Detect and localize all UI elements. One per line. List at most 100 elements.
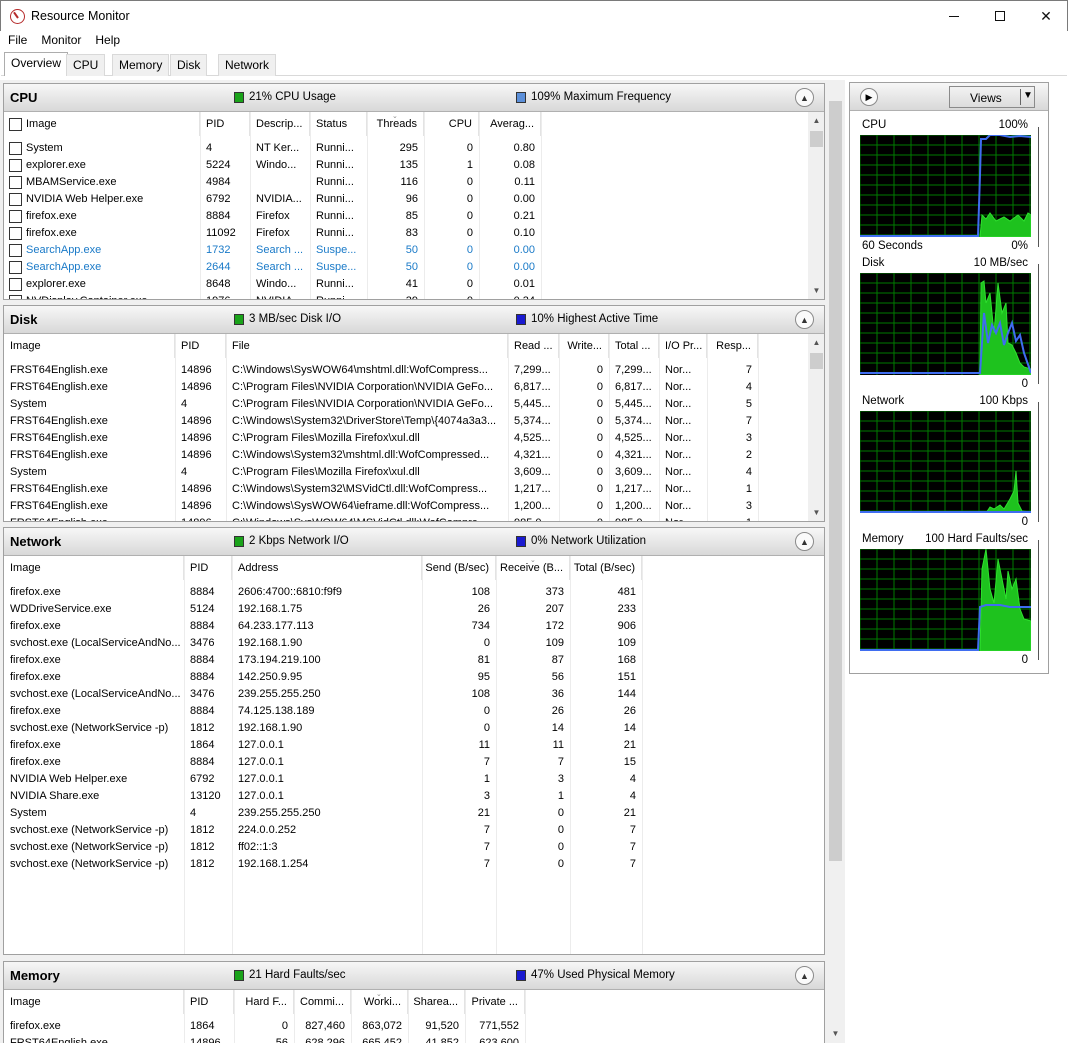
disk-table-scrollbar[interactable]: ▲ ▼ xyxy=(808,334,824,521)
table-cell[interactable]: firefox.exe xyxy=(4,620,184,637)
table-cell[interactable]: FRST64English.exe xyxy=(4,483,175,500)
collapse-button[interactable]: ▲ xyxy=(795,532,814,551)
table-cell: 39 xyxy=(367,295,424,299)
col-read-header[interactable]: Read ... xyxy=(508,334,559,358)
col-pid-header[interactable]: PID xyxy=(184,990,234,1014)
table-cell[interactable]: FRST64English.exe xyxy=(4,500,175,517)
chevron-down-icon[interactable]: ▼ xyxy=(1023,90,1033,101)
col-pid-header[interactable]: PID xyxy=(184,556,232,580)
table-cell[interactable]: explorer.exe xyxy=(20,278,200,295)
table-cell[interactable]: FRST64English.exe xyxy=(4,449,175,466)
table-cell[interactable]: FRST64English.exe xyxy=(4,364,175,381)
col-pid-header[interactable]: PID xyxy=(175,334,226,358)
table-cell[interactable]: MBAMService.exe xyxy=(20,176,200,193)
cpu-section-header[interactable]: CPU 21% CPU Usage 109% Maximum Frequency… xyxy=(4,84,824,112)
scroll-down-icon[interactable]: ▼ xyxy=(827,1025,844,1042)
table-cell[interactable]: firefox.exe xyxy=(4,654,184,671)
memory-section-header[interactable]: Memory 21 Hard Faults/sec 47% Used Physi… xyxy=(4,962,824,990)
table-cell[interactable]: System xyxy=(4,398,175,415)
table-cell[interactable]: SearchApp.exe xyxy=(20,261,200,278)
col-response-time-header[interactable]: Resp... xyxy=(707,334,758,358)
tab-network[interactable]: Network xyxy=(218,54,277,76)
col-hard-faults-header[interactable]: Hard F... xyxy=(234,990,294,1014)
table-cell[interactable]: NVIDIA Web Helper.exe xyxy=(20,193,200,210)
col-image-header[interactable]: Image xyxy=(4,990,184,1014)
col-total-header[interactable]: Total (B/sec) xyxy=(570,556,642,580)
scroll-down-icon[interactable]: ▼ xyxy=(808,282,824,299)
table-cell[interactable]: firefox.exe xyxy=(4,705,184,722)
col-image-header[interactable]: Image xyxy=(4,334,175,358)
table-cell[interactable]: firefox.exe xyxy=(4,671,184,688)
table-cell[interactable]: WDDriveService.exe xyxy=(4,603,184,620)
table-cell[interactable]: svchost.exe (NetworkService -p) xyxy=(4,722,184,739)
col-image-header[interactable]: Image xyxy=(20,112,200,136)
table-cell[interactable]: FRST64English.exe xyxy=(4,517,175,521)
col-commit-header[interactable]: Commi... xyxy=(294,990,351,1014)
table-cell[interactable]: firefox.exe xyxy=(4,756,184,773)
collapse-button[interactable]: ▲ xyxy=(795,88,814,107)
col-address-header[interactable]: Address xyxy=(232,556,422,580)
col-file-header[interactable]: File xyxy=(226,334,508,358)
table-cell[interactable]: svchost.exe (NetworkService -p) xyxy=(4,841,184,858)
menu-file[interactable]: File xyxy=(1,31,34,50)
col-pid-header[interactable]: PID xyxy=(200,112,250,136)
table-cell[interactable]: svchost.exe (NetworkService -p) xyxy=(4,858,184,875)
collapse-button[interactable]: ▲ xyxy=(795,310,814,329)
tab-overview[interactable]: Overview xyxy=(4,52,69,76)
disk-section-header[interactable]: Disk 3 MB/sec Disk I/O 10% Highest Activ… xyxy=(4,306,824,334)
cpu-table-scrollbar[interactable]: ▲ ▼ xyxy=(808,112,824,299)
table-cell[interactable]: explorer.exe xyxy=(20,159,200,176)
col-average-cpu-header[interactable]: Averag... xyxy=(479,112,541,136)
col-io-priority-header[interactable]: I/O Pr... xyxy=(659,334,707,358)
scroll-up-icon[interactable]: ▲ xyxy=(808,334,824,351)
table-cell[interactable]: firefox.exe xyxy=(20,227,200,244)
overview-scrollbar[interactable]: ▼ xyxy=(827,84,844,1042)
table-cell[interactable]: NVIDIA Web Helper.exe xyxy=(4,773,184,790)
col-image-header[interactable]: Image xyxy=(4,556,184,580)
table-cell[interactable]: System xyxy=(4,807,184,824)
scroll-up-icon[interactable]: ▲ xyxy=(808,112,824,129)
table-cell[interactable]: NVDisplay.Container.exe xyxy=(20,295,200,299)
table-cell[interactable]: SearchApp.exe xyxy=(20,244,200,261)
table-cell[interactable]: svchost.exe (LocalServiceAndNo... xyxy=(4,688,184,705)
table-cell: 5,445... xyxy=(514,398,551,410)
table-cell[interactable]: FRST64English.exe xyxy=(4,415,175,432)
table-cell[interactable]: System xyxy=(20,142,200,159)
col-write-header[interactable]: Write... xyxy=(559,334,609,358)
scroll-thumb[interactable] xyxy=(810,131,823,147)
table-cell[interactable]: svchost.exe (NetworkService -p) xyxy=(4,824,184,841)
table-cell[interactable]: firefox.exe xyxy=(4,1020,184,1037)
minimize-button[interactable] xyxy=(931,1,977,31)
table-cell[interactable]: System xyxy=(4,466,175,483)
col-total-header[interactable]: Total ... xyxy=(609,334,659,358)
table-cell[interactable]: svchost.exe (LocalServiceAndNo... xyxy=(4,637,184,654)
views-button[interactable]: Views ▼ xyxy=(949,86,1035,108)
scroll-down-icon[interactable]: ▼ xyxy=(808,504,824,521)
col-send-header[interactable]: Send (B/sec) xyxy=(422,556,496,580)
table-cell[interactable]: firefox.exe xyxy=(4,586,184,603)
tab-memory[interactable]: Memory xyxy=(112,54,170,76)
scroll-thumb[interactable] xyxy=(810,353,823,369)
menu-monitor[interactable]: Monitor xyxy=(34,31,88,50)
close-button[interactable]: ✕ xyxy=(1023,1,1068,31)
network-section-header[interactable]: Network 2 Kbps Network I/O 0% Network Ut… xyxy=(4,528,824,556)
col-cpu-header[interactable]: CPU xyxy=(424,112,479,136)
col-private-header[interactable]: Private ... xyxy=(465,990,525,1014)
toggle-graphs-button[interactable]: ▶ xyxy=(860,88,878,106)
col-description-header[interactable]: Descrip... xyxy=(250,112,310,136)
table-cell[interactable]: NVIDIA Share.exe xyxy=(4,790,184,807)
table-cell[interactable]: FRST64English.exe xyxy=(4,1037,184,1043)
tab-cpu[interactable]: CPU xyxy=(66,54,106,76)
table-cell[interactable]: FRST64English.exe xyxy=(4,432,175,449)
table-cell: 41 xyxy=(405,278,418,290)
menu-help[interactable]: Help xyxy=(88,31,127,50)
maximize-button[interactable] xyxy=(977,1,1023,31)
table-cell[interactable]: firefox.exe xyxy=(4,739,184,756)
tab-disk[interactable]: Disk xyxy=(170,54,208,76)
table-cell[interactable]: firefox.exe xyxy=(20,210,200,227)
table-cell[interactable]: FRST64English.exe xyxy=(4,381,175,398)
collapse-button[interactable]: ▲ xyxy=(795,966,814,985)
col-shareable-header[interactable]: Sharea... xyxy=(408,990,465,1014)
col-status-header[interactable]: Status xyxy=(310,112,367,136)
overview-scroll-thumb[interactable] xyxy=(829,101,842,861)
